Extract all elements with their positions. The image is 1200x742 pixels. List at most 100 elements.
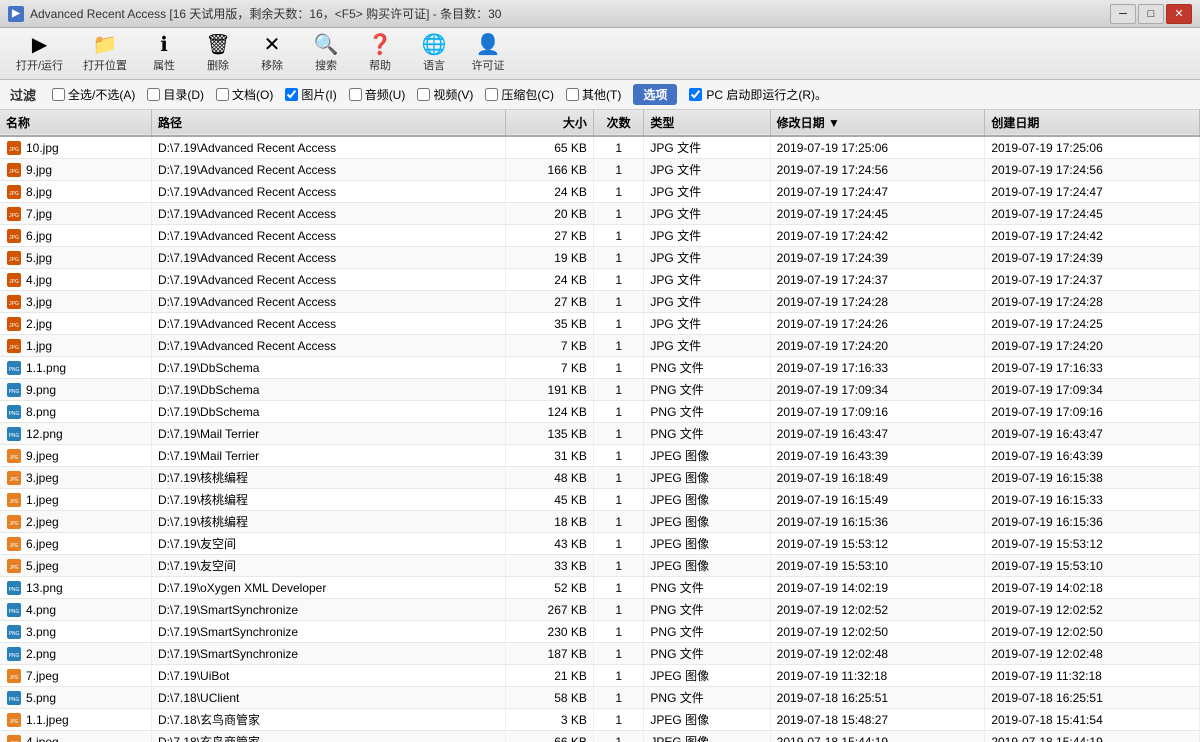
table-row[interactable]: PNG 12.png D:\7.19\Mail Terrier 135 KB 1… (0, 423, 1200, 445)
cell-name: PNG 13.png (0, 577, 152, 599)
table-row[interactable]: JPG 8.jpg D:\7.19\Advanced Recent Access… (0, 181, 1200, 203)
table-row[interactable]: JPG 6.jpg D:\7.19\Advanced Recent Access… (0, 225, 1200, 247)
table-row[interactable]: JPG 2.jpg D:\7.19\Advanced Recent Access… (0, 313, 1200, 335)
language-button[interactable]: 🌐 语言 (409, 32, 459, 76)
table-row[interactable]: PNG 9.png D:\7.19\DbSchema 191 KB 1 PNG … (0, 379, 1200, 401)
account-button[interactable]: 👤 许可证 (463, 32, 513, 76)
table-row[interactable]: JPG 7.jpg D:\7.19\Advanced Recent Access… (0, 203, 1200, 225)
cell-name: JPG 6.jpg (0, 225, 152, 247)
col-name[interactable]: 名称 (0, 110, 152, 136)
table-row[interactable]: JPG 1.jpg D:\7.19\Advanced Recent Access… (0, 335, 1200, 357)
table-row[interactable]: JPE 7.jpeg D:\7.19\UiBot 21 KB 1 JPEG 图像… (0, 665, 1200, 687)
open-run-button[interactable]: ▶ 打开/运行 (8, 32, 71, 76)
cell-name: PNG 12.png (0, 423, 152, 445)
remove-button[interactable]: ✕ 移除 (247, 32, 297, 76)
cell-path: D:\7.19\Advanced Recent Access (152, 335, 506, 357)
svg-text:JPG: JPG (9, 301, 19, 307)
cell-modified: 2019-07-19 14:02:19 (770, 577, 985, 599)
filter-folders-checkbox[interactable] (147, 88, 160, 101)
col-path[interactable]: 路径 (152, 110, 506, 136)
cell-modified: 2019-07-19 17:24:20 (770, 335, 985, 357)
table-row[interactable]: JPE 1.1.jpeg D:\7.18\玄鸟商管家 3 KB 1 JPEG 图… (0, 709, 1200, 731)
cell-modified: 2019-07-19 16:15:36 (770, 511, 985, 533)
col-type[interactable]: 类型 (644, 110, 770, 136)
table-row[interactable]: PNG 8.png D:\7.19\DbSchema 124 KB 1 PNG … (0, 401, 1200, 423)
cell-created: 2019-07-19 16:15:33 (985, 489, 1200, 511)
table-row[interactable]: JPG 3.jpg D:\7.19\Advanced Recent Access… (0, 291, 1200, 313)
filter-compressed-checkbox[interactable] (485, 88, 498, 101)
table-row[interactable]: PNG 13.png D:\7.19\oXygen XML Developer … (0, 577, 1200, 599)
table-row[interactable]: PNG 1.1.png D:\7.19\DbSchema 7 KB 1 PNG … (0, 357, 1200, 379)
cell-created: 2019-07-19 17:16:33 (985, 357, 1200, 379)
cell-type: PNG 文件 (644, 621, 770, 643)
cell-count: 1 (593, 533, 644, 555)
filter-video-checkbox[interactable] (417, 88, 430, 101)
table-row[interactable]: JPG 9.jpg D:\7.19\Advanced Recent Access… (0, 159, 1200, 181)
table-row[interactable]: JPG 10.jpg D:\7.19\Advanced Recent Acces… (0, 136, 1200, 159)
close-button[interactable]: ✕ (1166, 4, 1192, 24)
filter-audio-checkbox[interactable] (349, 88, 362, 101)
table-row[interactable]: PNG 2.png D:\7.19\SmartSynchronize 187 K… (0, 643, 1200, 665)
cell-count: 1 (593, 577, 644, 599)
col-created[interactable]: 创建日期 (985, 110, 1200, 136)
cell-count: 1 (593, 379, 644, 401)
cell-path: D:\7.19\Advanced Recent Access (152, 136, 506, 159)
startup-checkbox[interactable] (689, 88, 702, 101)
cell-size: 124 KB (505, 401, 593, 423)
table-row[interactable]: PNG 4.png D:\7.19\SmartSynchronize 267 K… (0, 599, 1200, 621)
filter-compressed[interactable]: 压缩包(C) (485, 86, 554, 103)
table-row[interactable]: JPG 4.jpg D:\7.19\Advanced Recent Access… (0, 269, 1200, 291)
cell-path: D:\7.19\oXygen XML Developer (152, 577, 506, 599)
cell-created: 2019-07-19 17:24:28 (985, 291, 1200, 313)
startup-item[interactable]: PC 启动即运行之(R)。 (689, 86, 827, 103)
maximize-button[interactable]: □ (1138, 4, 1164, 24)
table-row[interactable]: JPG 5.jpg D:\7.19\Advanced Recent Access… (0, 247, 1200, 269)
filter-images-checkbox[interactable] (285, 88, 298, 101)
table-row[interactable]: JPE 6.jpeg D:\7.19\友空间 43 KB 1 JPEG 图像 2… (0, 533, 1200, 555)
cell-created: 2019-07-19 11:32:18 (985, 665, 1200, 687)
cell-modified: 2019-07-19 16:15:49 (770, 489, 985, 511)
options-button[interactable]: 选项 (633, 84, 677, 105)
cell-path: D:\7.19\SmartSynchronize (152, 599, 506, 621)
filter-other[interactable]: 其他(T) (566, 86, 621, 103)
help-button[interactable]: ❓ 帮助 (355, 32, 405, 76)
cell-type: JPG 文件 (644, 247, 770, 269)
col-size[interactable]: 大小 (505, 110, 593, 136)
filter-documents-checkbox[interactable] (216, 88, 229, 101)
filter-audio[interactable]: 音频(U) (349, 86, 406, 103)
properties-button[interactable]: ℹ 属性 (139, 32, 189, 76)
open-location-button[interactable]: 📁 打开位置 (75, 32, 135, 76)
filter-video[interactable]: 视频(V) (417, 86, 473, 103)
filter-other-checkbox[interactable] (566, 88, 579, 101)
cell-type: JPG 文件 (644, 269, 770, 291)
filter-images[interactable]: 图片(I) (285, 86, 336, 103)
cell-type: PNG 文件 (644, 599, 770, 621)
table-row[interactable]: JPE 2.jpeg D:\7.19\核桃编程 18 KB 1 JPEG 图像 … (0, 511, 1200, 533)
filter-folders[interactable]: 目录(D) (147, 86, 204, 103)
minimize-button[interactable]: ─ (1110, 4, 1136, 24)
table-row[interactable]: JPE 5.jpeg D:\7.19\友空间 33 KB 1 JPEG 图像 2… (0, 555, 1200, 577)
svg-text:JPE: JPE (9, 675, 19, 681)
cell-name: JPE 3.jpeg (0, 467, 152, 489)
cell-type: JPEG 图像 (644, 533, 770, 555)
cell-path: D:\7.19\DbSchema (152, 401, 506, 423)
table-row[interactable]: JPE 3.jpeg D:\7.19\核桃编程 48 KB 1 JPEG 图像 … (0, 467, 1200, 489)
cell-type: JPEG 图像 (644, 665, 770, 687)
table-row[interactable]: JPE 1.jpeg D:\7.19\核桃编程 45 KB 1 JPEG 图像 … (0, 489, 1200, 511)
col-count[interactable]: 次数 (593, 110, 644, 136)
search-button[interactable]: 🔍 搜索 (301, 32, 351, 76)
table-row[interactable]: PNG 5.png D:\7.18\UClient 58 KB 1 PNG 文件… (0, 687, 1200, 709)
filter-select-all[interactable]: 全选/不选(A) (52, 86, 135, 103)
filter-documents[interactable]: 文档(O) (216, 86, 273, 103)
cell-count: 1 (593, 445, 644, 467)
delete-button[interactable]: 🗑 删除 (193, 32, 243, 76)
col-modified[interactable]: 修改日期 ▼ (770, 110, 985, 136)
svg-text:JPE: JPE (9, 455, 19, 461)
cell-path: D:\7.19\Advanced Recent Access (152, 159, 506, 181)
open-run-icon: ▶ (32, 35, 47, 55)
filter-select-all-checkbox[interactable] (52, 88, 65, 101)
table-row[interactable]: PNG 3.png D:\7.19\SmartSynchronize 230 K… (0, 621, 1200, 643)
table-row[interactable]: JPE 9.jpeg D:\7.19\Mail Terrier 31 KB 1 … (0, 445, 1200, 467)
table-row[interactable]: JPE 4.jpeg D:\7.18\玄鸟商管家 66 KB 1 JPEG 图像… (0, 731, 1200, 742)
cell-type: PNG 文件 (644, 379, 770, 401)
